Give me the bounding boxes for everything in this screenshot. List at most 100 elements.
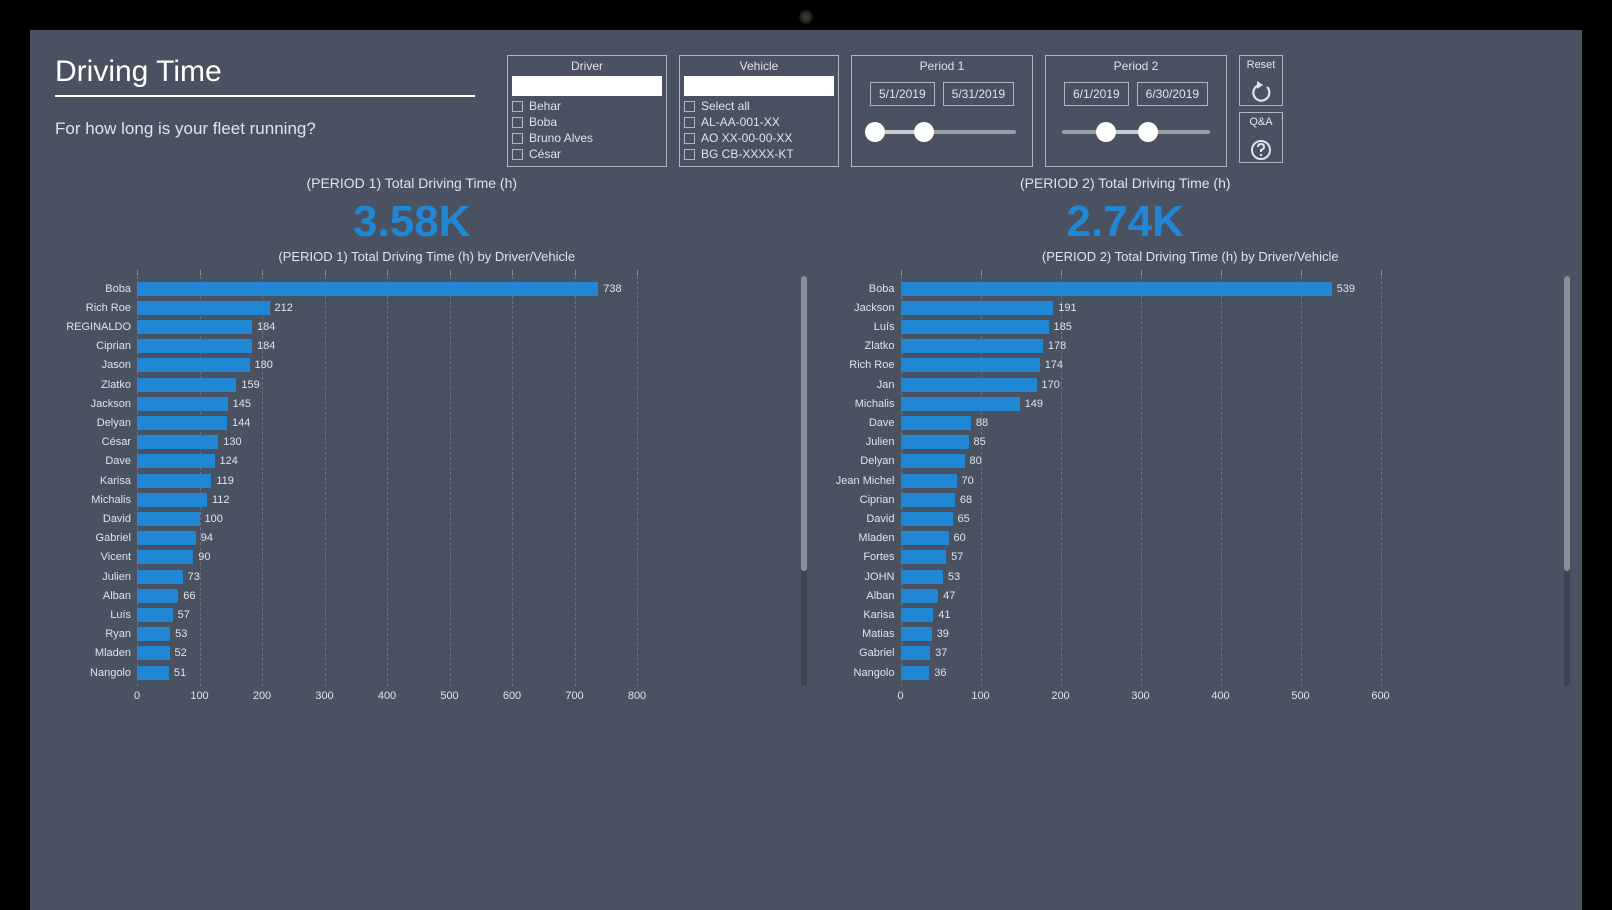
bar-fill[interactable] <box>137 397 228 411</box>
checkbox-icon[interactable] <box>684 117 695 128</box>
bar-fill[interactable] <box>901 454 965 468</box>
qa-button[interactable]: Q&A <box>1239 112 1283 163</box>
chart-scrollbar[interactable] <box>801 276 807 686</box>
bar-fill[interactable] <box>901 570 943 584</box>
checkbox-icon[interactable] <box>684 149 695 160</box>
x-tick-label: 500 <box>440 690 458 702</box>
bar-fill[interactable] <box>137 512 200 526</box>
bar-fill[interactable] <box>901 627 932 641</box>
bar-value-label: 191 <box>1053 302 1076 314</box>
checkbox-icon[interactable] <box>512 133 523 144</box>
bar-fill[interactable] <box>901 397 1020 411</box>
bar-fill[interactable] <box>137 666 169 680</box>
bar-category-label: Jason <box>55 359 137 371</box>
driver-slicer[interactable]: Driver BeharBobaBruno AlvesCésar <box>507 55 667 167</box>
driver-search[interactable] <box>512 76 662 96</box>
period2-end[interactable]: 6/30/2019 <box>1137 82 1208 106</box>
vehicle-search-input[interactable] <box>692 80 834 92</box>
bar-fill[interactable] <box>137 531 196 545</box>
driver-option[interactable]: César <box>512 146 662 162</box>
bar-fill[interactable] <box>901 474 957 488</box>
vehicle-slicer[interactable]: Vehicle Select allAL-AA-001-XXAO XX-00-0… <box>679 55 839 167</box>
bar-fill[interactable] <box>901 378 1037 392</box>
checkbox-icon[interactable] <box>684 101 695 112</box>
period2-knob-start[interactable] <box>1096 122 1116 142</box>
bar-fill[interactable] <box>137 416 227 430</box>
bar-category-label: Boba <box>55 283 137 295</box>
period2-start[interactable]: 6/1/2019 <box>1064 82 1129 106</box>
period2-slicer[interactable]: Period 2 6/1/2019 6/30/2019 <box>1045 55 1227 167</box>
bar-fill[interactable] <box>137 570 183 584</box>
period1-start[interactable]: 5/1/2019 <box>870 82 935 106</box>
driver-option[interactable]: Boba <box>512 114 662 130</box>
scrollbar-thumb[interactable] <box>801 276 807 571</box>
bar-value-label: 70 <box>957 475 974 487</box>
checkbox-icon[interactable] <box>512 101 523 112</box>
driver-search-input[interactable] <box>520 80 662 92</box>
bar-fill[interactable] <box>137 339 252 353</box>
device-frame: Driving Time For how long is your fleet … <box>0 0 1612 910</box>
bar-fill[interactable] <box>901 531 949 545</box>
checkbox-icon[interactable] <box>684 133 695 144</box>
period2-slider[interactable] <box>1062 130 1210 134</box>
bar-fill[interactable] <box>137 454 215 468</box>
bar-fill[interactable] <box>137 301 270 315</box>
bar-category-label: Dave <box>819 417 901 429</box>
bar-fill[interactable] <box>901 339 1043 353</box>
bar-fill[interactable] <box>137 435 218 449</box>
driver-option[interactable]: Behar <box>512 98 662 114</box>
bar-fill[interactable] <box>137 320 252 334</box>
bar-fill[interactable] <box>901 416 971 430</box>
vehicle-option[interactable]: BG CB-XXXX-KT <box>684 146 834 162</box>
bar-fill[interactable] <box>137 474 211 488</box>
period2-knob-end[interactable] <box>1138 122 1158 142</box>
reset-button[interactable]: Reset <box>1239 55 1283 106</box>
period1-end[interactable]: 5/31/2019 <box>943 82 1014 106</box>
driver-option-list[interactable]: BeharBobaBruno AlvesCésar <box>508 96 666 166</box>
bar-fill[interactable] <box>137 282 598 296</box>
vehicle-option[interactable]: AL-AA-001-XX <box>684 114 834 130</box>
bar-fill[interactable] <box>137 378 236 392</box>
scrollbar-thumb[interactable] <box>1564 276 1570 571</box>
chart-bar-row: Dave88 <box>819 414 989 431</box>
bar-fill[interactable] <box>901 435 969 449</box>
bar-value-label: 119 <box>211 475 234 487</box>
bar-category-label: Ciprian <box>55 340 137 352</box>
vehicle-option[interactable]: AO XX-00-00-XX <box>684 130 834 146</box>
vehicle-search[interactable] <box>684 76 834 96</box>
driver-option[interactable]: Bruno Alves <box>512 130 662 146</box>
checkbox-icon[interactable] <box>512 149 523 160</box>
period1-slicer[interactable]: Period 1 5/1/2019 5/31/2019 <box>851 55 1033 167</box>
bar-fill[interactable] <box>137 627 170 641</box>
chart-bar-row: Alban66 <box>55 587 196 604</box>
bar-fill[interactable] <box>901 512 953 526</box>
bar-fill[interactable] <box>137 646 170 660</box>
bar-category-label: Luís <box>55 609 137 621</box>
vehicle-option[interactable]: Select all <box>684 98 834 114</box>
bar-fill[interactable] <box>901 358 1040 372</box>
x-tick-label: 400 <box>1211 690 1229 702</box>
bar-fill[interactable] <box>901 646 931 660</box>
bar-fill[interactable] <box>901 301 1054 315</box>
checkbox-icon[interactable] <box>512 117 523 128</box>
bar-fill[interactable] <box>137 358 250 372</box>
bar-fill[interactable] <box>901 493 955 507</box>
bar-fill[interactable] <box>901 589 939 603</box>
bar-category-label: Ryan <box>55 628 137 640</box>
vehicle-option-label: AL-AA-001-XX <box>701 115 780 129</box>
chart-scrollbar[interactable] <box>1564 276 1570 686</box>
bar-fill[interactable] <box>137 493 207 507</box>
period1-slider[interactable] <box>868 130 1016 134</box>
bar-fill[interactable] <box>137 608 173 622</box>
period1-knob-start[interactable] <box>865 122 885 142</box>
bar-fill[interactable] <box>901 550 947 564</box>
bar-fill[interactable] <box>901 608 934 622</box>
bar-category-label: Alban <box>819 590 901 602</box>
bar-fill[interactable] <box>901 666 930 680</box>
bar-fill[interactable] <box>137 589 178 603</box>
bar-fill[interactable] <box>901 320 1049 334</box>
bar-fill[interactable] <box>137 550 193 564</box>
bar-fill[interactable] <box>901 282 1332 296</box>
vehicle-option-list[interactable]: Select allAL-AA-001-XXAO XX-00-00-XXBG C… <box>680 96 838 166</box>
period1-knob-end[interactable] <box>914 122 934 142</box>
